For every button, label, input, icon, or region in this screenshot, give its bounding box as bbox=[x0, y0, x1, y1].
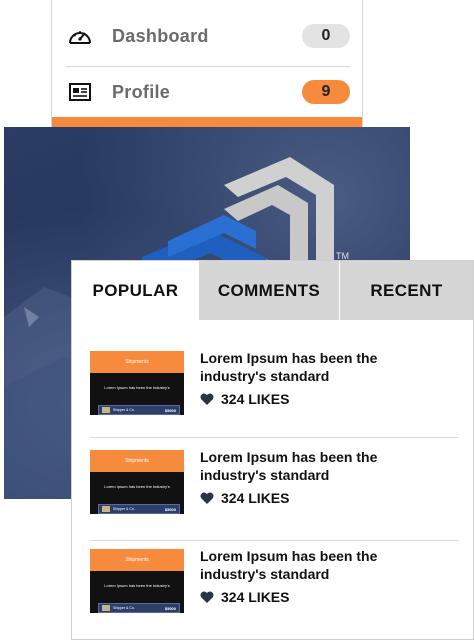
heart-icon[interactable] bbox=[200, 492, 214, 504]
menu-accent-bar bbox=[52, 117, 362, 127]
posts-tab-panel: POPULAR COMMENTS RECENT Shipments Lorem … bbox=[71, 260, 474, 640]
thumb-price: $5000 bbox=[164, 506, 176, 512]
thumb-text: Lorem Ipsum has been the industry's bbox=[104, 484, 170, 489]
thumb-name: Shipper & Co. bbox=[113, 606, 135, 610]
likes-count: 324 LIKES bbox=[221, 490, 290, 506]
thumb-header: Shipments bbox=[90, 450, 184, 472]
thumb-name: Shipper & Co. bbox=[113, 507, 135, 511]
heart-icon[interactable] bbox=[200, 591, 214, 603]
profile-card-icon bbox=[66, 81, 94, 103]
thumb-row: Shipper & Co. $5000 bbox=[98, 603, 180, 613]
thumb-price: $5000 bbox=[164, 407, 176, 413]
post-title[interactable]: Lorem Ipsum has been the industry's stan… bbox=[200, 547, 430, 583]
profile-count-badge: 9 bbox=[302, 80, 350, 104]
sidebar-menu: Dashboard 0 Profile 9 bbox=[51, 0, 363, 128]
heart-icon[interactable] bbox=[200, 393, 214, 405]
thumb-row: Shipper & Co. $5000 bbox=[98, 405, 180, 415]
thumb-price: $5000 bbox=[164, 605, 176, 611]
thumb-header: Shipments bbox=[90, 351, 184, 373]
tab-popular[interactable]: POPULAR bbox=[72, 261, 199, 320]
menu-item-profile[interactable]: Profile 9 bbox=[66, 62, 350, 122]
tab-bar: POPULAR COMMENTS RECENT bbox=[72, 261, 473, 320]
thumb-image bbox=[102, 506, 110, 512]
post-thumbnail: Shipments Lorem Ipsum has been the indus… bbox=[90, 351, 184, 415]
post-list-item[interactable]: Shipments Lorem Ipsum has been the indus… bbox=[90, 448, 459, 541]
post-likes: 324 LIKES bbox=[200, 589, 289, 605]
post-likes: 324 LIKES bbox=[200, 391, 289, 407]
thumb-row: Shipper & Co. $5000 bbox=[98, 504, 180, 514]
post-thumbnail: Shipments Lorem Ipsum has been the indus… bbox=[90, 450, 184, 514]
post-title[interactable]: Lorem Ipsum has been the industry's stan… bbox=[200, 448, 430, 484]
menu-item-dashboard[interactable]: Dashboard 0 bbox=[66, 6, 350, 67]
menu-label-profile: Profile bbox=[112, 81, 171, 102]
thumb-image bbox=[102, 407, 110, 413]
post-list-item[interactable]: Shipments Lorem Ipsum has been the indus… bbox=[90, 349, 459, 438]
post-title[interactable]: Lorem Ipsum has been the industry's stan… bbox=[200, 349, 430, 385]
post-list-item[interactable]: Shipments Lorem Ipsum has been the indus… bbox=[90, 547, 459, 639]
menu-label-dashboard: Dashboard bbox=[112, 25, 209, 46]
post-thumbnail: Shipments Lorem Ipsum has been the indus… bbox=[90, 549, 184, 613]
thumb-header: Shipments bbox=[90, 549, 184, 571]
post-likes: 324 LIKES bbox=[200, 490, 289, 506]
likes-count: 324 LIKES bbox=[221, 391, 290, 407]
thumb-text: Lorem Ipsum has been the industry's bbox=[104, 385, 170, 390]
thumb-name: Shipper & Co. bbox=[113, 408, 135, 412]
tab-comments[interactable]: COMMENTS bbox=[199, 261, 340, 320]
likes-count: 324 LIKES bbox=[221, 589, 290, 605]
thumb-text: Lorem Ipsum has been the industry's bbox=[104, 583, 170, 588]
speedometer-icon bbox=[66, 25, 94, 47]
tab-recent[interactable]: RECENT bbox=[340, 261, 473, 320]
thumb-image bbox=[102, 605, 110, 611]
dashboard-count-badge: 0 bbox=[302, 24, 350, 48]
